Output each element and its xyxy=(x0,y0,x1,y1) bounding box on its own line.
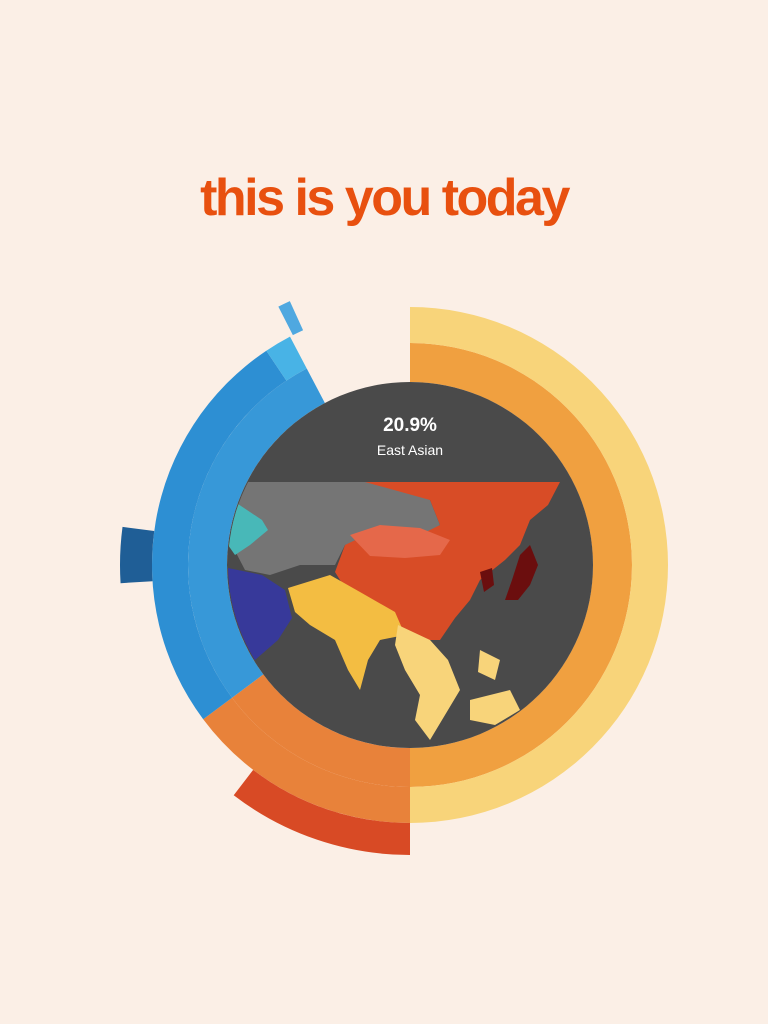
sunburst-chart: 20.9% East Asian xyxy=(119,301,668,856)
ring-3-segment-3 xyxy=(278,301,304,336)
ring-3-segment-2 xyxy=(119,526,155,584)
center-label: East Asian xyxy=(377,442,443,458)
center-value: 20.9% xyxy=(383,415,437,436)
